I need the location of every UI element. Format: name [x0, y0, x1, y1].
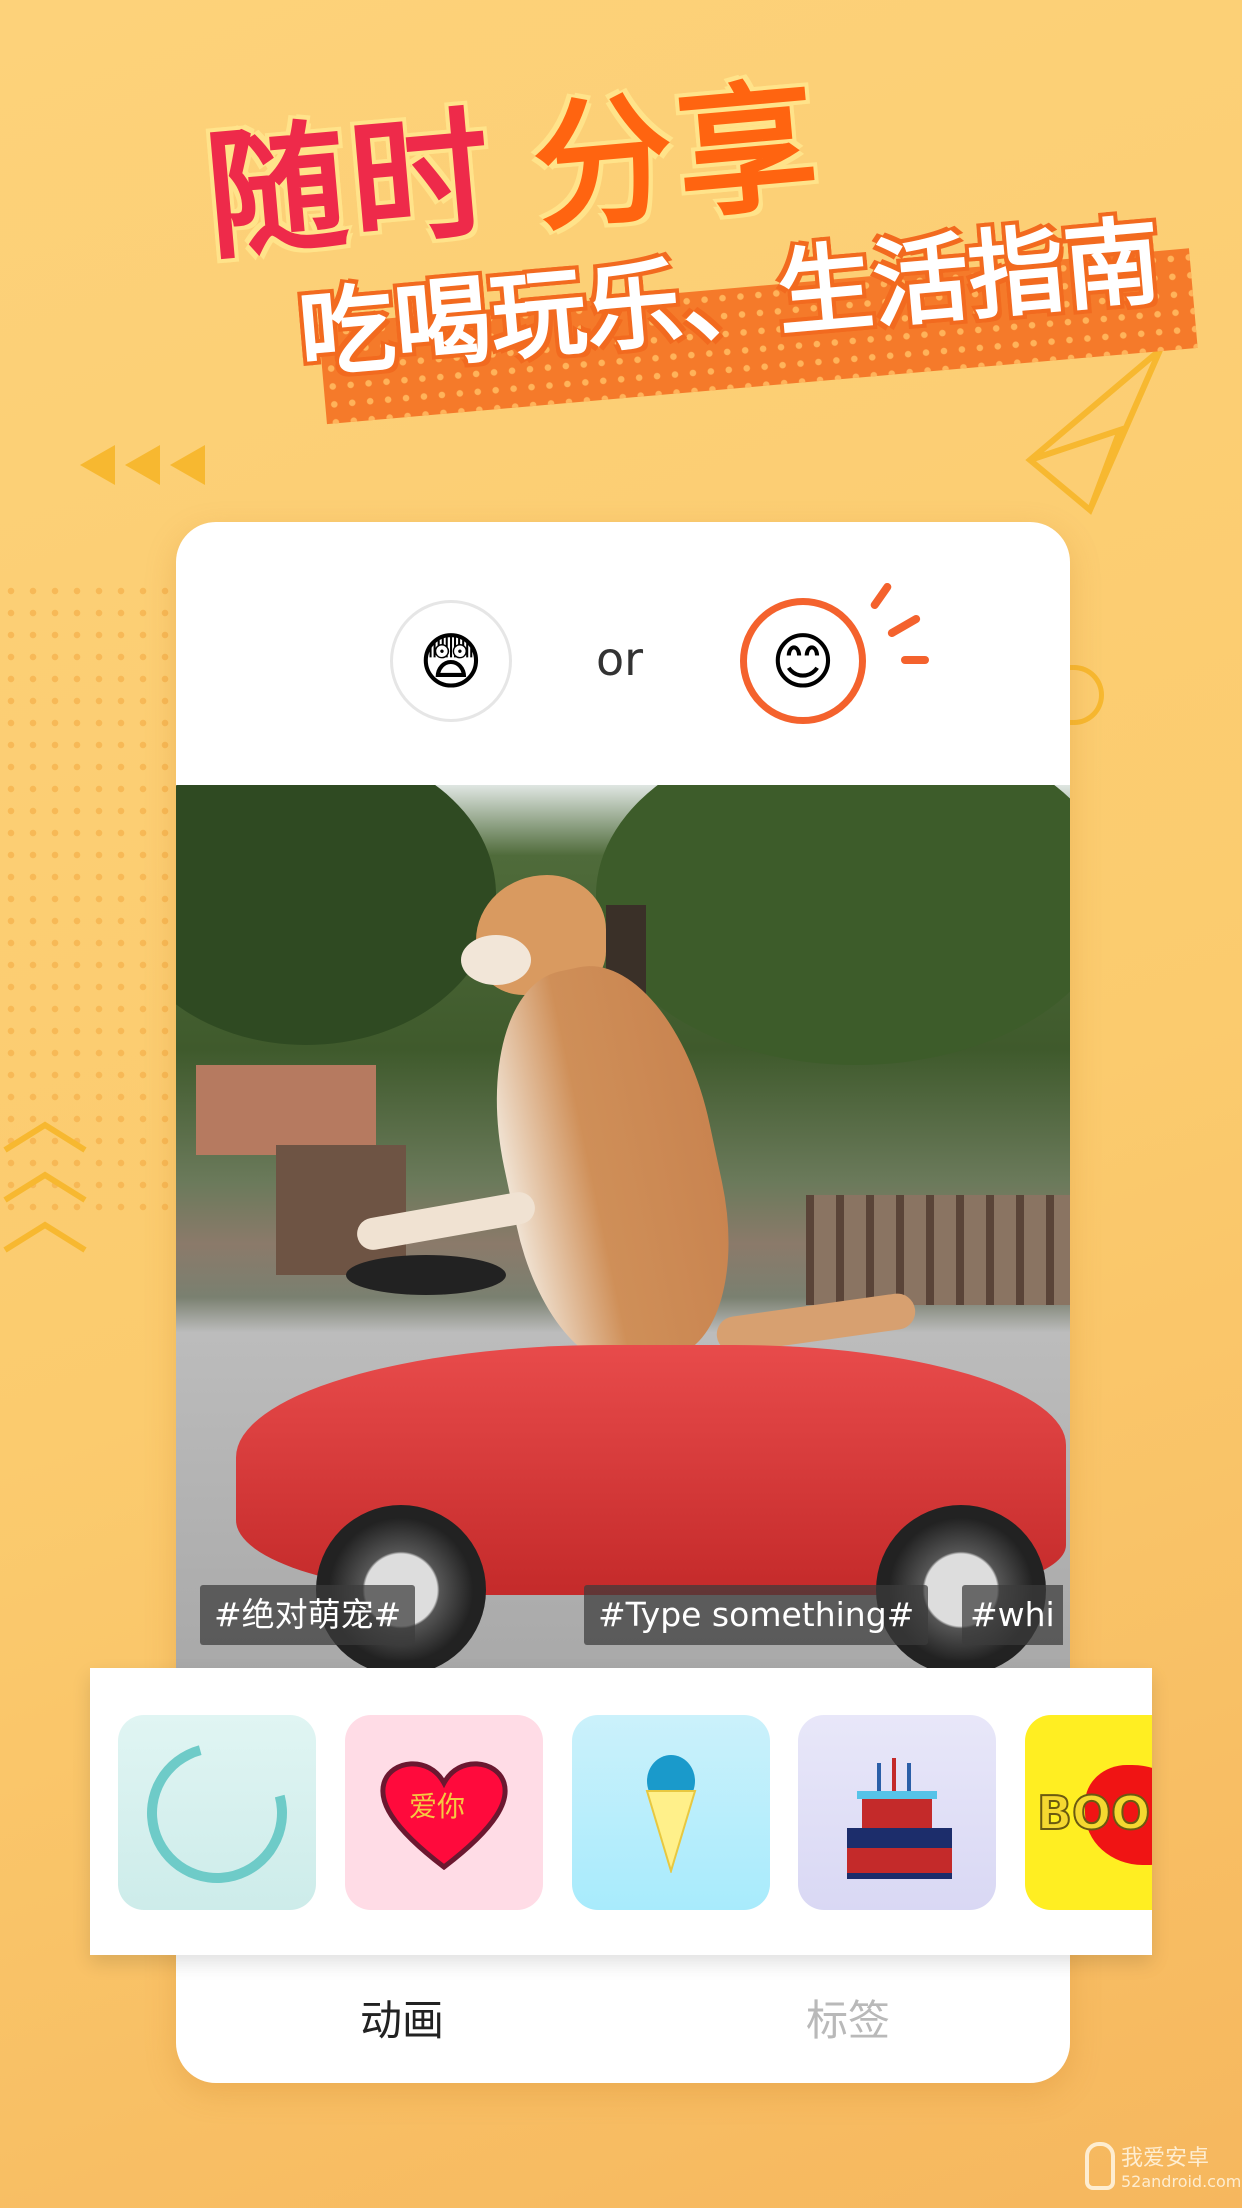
or-label: or	[596, 632, 644, 686]
reaction-fearful-button[interactable]: 😨	[390, 600, 512, 722]
headline-line1-part1: 随时	[199, 92, 501, 281]
sticker-ice-cream[interactable]	[572, 1715, 770, 1910]
robot-logo-icon	[1085, 2141, 1115, 2190]
arrow-decoration	[80, 445, 205, 485]
highlight-ray	[901, 656, 929, 664]
watermark: 我爱安卓 52android.com	[1085, 2140, 1241, 2191]
headline: 随时 分享 吃喝玩乐、生活指南	[199, 36, 1198, 425]
fearful-face-icon: 😨	[418, 624, 484, 698]
sticker-boom[interactable]: BOO	[1025, 1715, 1152, 1910]
tag-label[interactable]: #绝对萌宠#	[200, 1585, 416, 1645]
watermark-url: 52android.com	[1121, 2172, 1242, 2191]
heart-text: 爱你	[409, 1790, 466, 1823]
circle-decoration	[1068, 665, 1104, 725]
tag-label[interactable]: #whi	[962, 1585, 1063, 1645]
heart-icon: 爱你	[379, 1755, 509, 1870]
sticker-picker[interactable]: 爱你 BOO	[90, 1668, 1152, 1955]
highlight-ray	[869, 581, 893, 611]
sticker-birthday-cake[interactable]	[798, 1715, 996, 1910]
paper-plane-decoration	[1025, 347, 1163, 515]
tab-animation[interactable]: 动画	[360, 1987, 444, 2048]
headline-line1-part2: 分享	[526, 64, 828, 252]
sticker-heart[interactable]: 爱你	[345, 1715, 543, 1910]
watermark-name: 我爱安卓	[1121, 2146, 1210, 2171]
chevron-decoration	[3, 1121, 87, 1253]
ice-cream-icon	[645, 1754, 697, 1873]
tag-label[interactable]: #Type something#	[584, 1585, 929, 1645]
smiling-face-icon: 😊	[770, 624, 836, 698]
birthday-cake-icon	[847, 1757, 952, 1879]
water-ring-icon	[121, 1716, 313, 1909]
dog-on-toy-car-photo: #绝对萌宠# #Type something# #whi	[176, 785, 1070, 1668]
reaction-smile-button[interactable]: 😊	[740, 598, 866, 724]
boom-text: BOO	[1036, 1785, 1151, 1841]
tab-tags[interactable]: 标签	[806, 1987, 890, 2048]
highlight-ray	[886, 613, 922, 639]
sticker-water-ring[interactable]	[118, 1715, 316, 1910]
